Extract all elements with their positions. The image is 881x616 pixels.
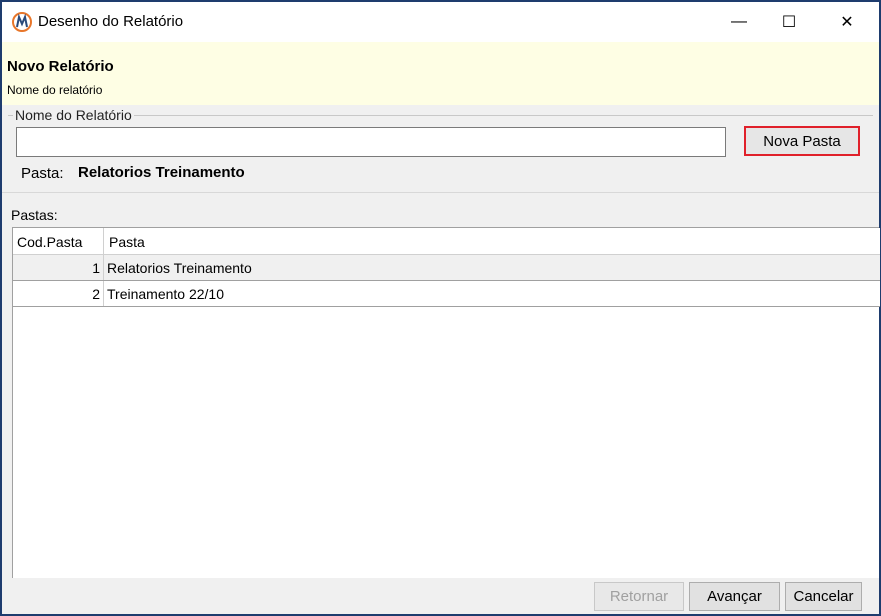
cell-cod-pasta: 2 — [13, 281, 104, 306]
dialog-window: Desenho do Relatório — ☐ ✕ Novo Relatóri… — [0, 0, 881, 616]
cell-pasta: Treinamento 22/10 — [107, 286, 224, 302]
close-button[interactable]: ✕ — [824, 2, 870, 42]
window-title: Desenho do Relatório — [38, 13, 184, 30]
avancar-button[interactable]: Avançar — [689, 582, 780, 611]
report-name-group-label: Nome do Relatório — [13, 107, 134, 123]
page-subtitle: Nome do relatório — [7, 83, 103, 97]
nova-pasta-button[interactable]: Nova Pasta — [744, 126, 860, 156]
pasta-value: Relatorios Treinamento — [78, 164, 245, 181]
divider — [2, 192, 879, 193]
minimize-icon: — — [731, 13, 747, 30]
nova-pasta-label: Nova Pasta — [763, 132, 841, 150]
pastas-label: Pastas: — [11, 207, 58, 223]
page-title: Novo Relatório — [7, 58, 114, 75]
retornar-label: Retornar — [609, 588, 669, 605]
title-bar[interactable]: Desenho do Relatório — ☐ ✕ — [2, 2, 879, 42]
retornar-button[interactable]: Retornar — [594, 582, 684, 611]
grid-header: Cod.Pasta Pasta — [13, 228, 880, 255]
table-row[interactable]: 1 Relatorios Treinamento — [13, 255, 880, 281]
avancar-label: Avançar — [707, 588, 762, 605]
minimize-button[interactable]: — — [716, 2, 762, 42]
app-logo-icon — [12, 12, 32, 32]
maximize-icon: ☐ — [781, 14, 797, 31]
maximize-button[interactable]: ☐ — [766, 2, 812, 42]
report-name-input[interactable] — [16, 127, 726, 157]
cancelar-button[interactable]: Cancelar — [785, 582, 862, 611]
table-row[interactable]: 2 Treinamento 22/10 — [13, 281, 880, 307]
column-header-cod-pasta[interactable]: Cod.Pasta — [13, 228, 104, 254]
column-header-pasta[interactable]: Pasta — [105, 228, 880, 254]
close-icon: ✕ — [840, 14, 854, 31]
wizard-header: Novo Relatório Nome do relatório — [2, 42, 879, 105]
cell-pasta: Relatorios Treinamento — [107, 260, 252, 276]
folders-grid[interactable]: Cod.Pasta Pasta 1 Relatorios Treinamento… — [12, 227, 880, 578]
pasta-label: Pasta: — [21, 165, 64, 182]
cancelar-label: Cancelar — [793, 588, 854, 605]
cell-cod-pasta: 1 — [13, 255, 104, 280]
